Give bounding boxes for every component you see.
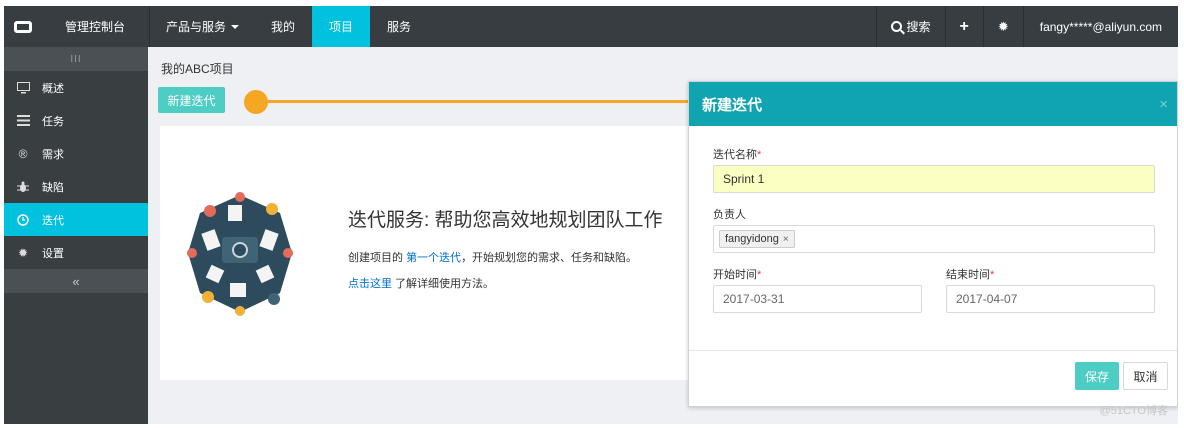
add-button[interactable]: + xyxy=(944,6,983,47)
sidebar-handle[interactable]: III xyxy=(4,47,148,71)
sidebar: III 概述 任务 ® 需求 缺陷 迭代 ✹ 设置 « xyxy=(4,47,148,424)
bug-icon xyxy=(15,181,31,193)
desc-suffix: ，开始规划您的需求、任务和缺陷。 xyxy=(461,252,638,264)
sidebar-item-defects[interactable]: 缺陷 xyxy=(4,170,148,203)
monitor-icon xyxy=(15,81,31,94)
sidebar-item-tasks[interactable]: 任务 xyxy=(4,104,148,137)
sidebar-item-label: 设置 xyxy=(42,247,64,260)
search-label: 搜索 xyxy=(906,20,931,34)
sidebar-item-label: 任务 xyxy=(42,115,64,128)
dialog-title: 新建迭代 xyxy=(702,96,763,114)
required-mark: * xyxy=(757,269,762,281)
search-button[interactable]: 搜索 xyxy=(876,6,944,47)
end-date-input[interactable]: 2017-04-07 xyxy=(946,285,1155,313)
caret-down-icon xyxy=(231,24,240,29)
nav-mine[interactable]: 我的 xyxy=(254,6,312,47)
gear-icon: ✹ xyxy=(17,245,29,260)
new-iteration-dialog: 新建迭代 × 迭代名称* Sprint 1 负责人 fangyidong × 开… xyxy=(688,81,1178,407)
settings-button[interactable]: ✹ xyxy=(982,6,1023,47)
iteration-name-input[interactable]: Sprint 1 xyxy=(713,165,1155,193)
user-account[interactable]: fangy*****@aliyun.com xyxy=(1022,6,1178,47)
plus-icon: + xyxy=(959,17,969,35)
new-iteration-button[interactable]: 新建迭代 xyxy=(158,87,225,113)
team-workspace-illustration xyxy=(184,191,296,316)
sidebar-item-overview[interactable]: 概述 xyxy=(4,71,148,104)
gear-icon: ✹ xyxy=(997,18,1009,34)
hint-suffix: 了解详细使用方法。 xyxy=(395,278,495,290)
remove-tag-icon[interactable]: × xyxy=(783,234,789,245)
end-date-label: 结束时间* xyxy=(946,266,994,282)
clock-icon xyxy=(15,213,31,226)
desc-prefix: 创建项目的 xyxy=(348,252,403,264)
required-mark: * xyxy=(990,269,995,281)
required-mark: * xyxy=(757,149,762,161)
empty-state-hint: 点击这里 了解详细使用方法。 xyxy=(348,275,494,291)
dialog-header: 新建迭代 xyxy=(689,82,1177,126)
sidebar-item-settings[interactable]: ✹ 设置 xyxy=(4,236,148,269)
iteration-name-label-text: 迭代名称 xyxy=(713,149,757,161)
dialog-divider xyxy=(689,350,1177,351)
nav-project[interactable]: 项目 xyxy=(312,6,371,47)
nav-service[interactable]: 服务 xyxy=(370,6,428,47)
first-iteration-link[interactable]: 第一个迭代 xyxy=(406,252,461,264)
sidebar-item-label: 缺陷 xyxy=(42,181,64,194)
sidebar-item-label: 迭代 xyxy=(42,214,64,227)
sidebar-item-label: 概述 xyxy=(42,82,64,95)
owner-tag-label: fangyidong xyxy=(725,233,779,245)
close-icon[interactable]: × xyxy=(1159,96,1168,113)
owner-tag: fangyidong × xyxy=(719,230,795,248)
end-date-label-text: 结束时间 xyxy=(946,269,990,281)
callout-line xyxy=(266,100,689,103)
iteration-name-label: 迭代名称* xyxy=(713,146,761,162)
app-frame: 管理控制台 产品与服务 我的 项目 服务 搜索 + ✹ fangy*****@a… xyxy=(4,6,1178,424)
empty-state-description: 创建项目的 第一个迭代，开始规划您的需求、任务和缺陷。 xyxy=(348,249,637,265)
nav-right: 搜索 + ✹ fangy*****@aliyun.com xyxy=(876,6,1178,47)
nav-products-dropdown[interactable]: 产品与服务 xyxy=(149,6,254,47)
nav-products-label: 产品与服务 xyxy=(166,20,227,34)
save-button[interactable]: 保存 xyxy=(1075,362,1119,390)
top-nav: 管理控制台 产品与服务 我的 项目 服务 搜索 + ✹ fangy*****@a… xyxy=(4,6,1178,47)
watermark: @51CTO博客 xyxy=(1099,405,1168,417)
nav-console[interactable]: 管理控制台 xyxy=(41,6,149,47)
owner-field[interactable]: fangyidong × xyxy=(713,225,1155,253)
callout-dot xyxy=(244,90,268,114)
start-date-input[interactable]: 2017-03-31 xyxy=(713,285,922,313)
aliyun-logo-icon[interactable] xyxy=(4,6,41,47)
sidebar-item-label: 需求 xyxy=(42,148,64,161)
sidebar-item-iterations[interactable]: 迭代 xyxy=(4,203,148,236)
owner-label: 负责人 xyxy=(713,209,746,221)
start-date-label-text: 开始时间 xyxy=(713,269,757,281)
project-title: 我的ABC项目 xyxy=(161,62,234,76)
list-icon xyxy=(15,115,31,126)
click-here-link[interactable]: 点击这里 xyxy=(348,278,392,290)
empty-state-title: 迭代服务: 帮助您高效地规划团队工作 xyxy=(348,210,663,231)
cancel-button[interactable]: 取消 xyxy=(1123,362,1168,390)
sidebar-collapse-button[interactable]: « xyxy=(4,269,148,293)
start-date-label: 开始时间* xyxy=(713,266,761,282)
sidebar-item-requirements[interactable]: ® 需求 xyxy=(4,137,148,170)
search-icon xyxy=(891,21,903,32)
registered-icon: ® xyxy=(18,146,28,161)
